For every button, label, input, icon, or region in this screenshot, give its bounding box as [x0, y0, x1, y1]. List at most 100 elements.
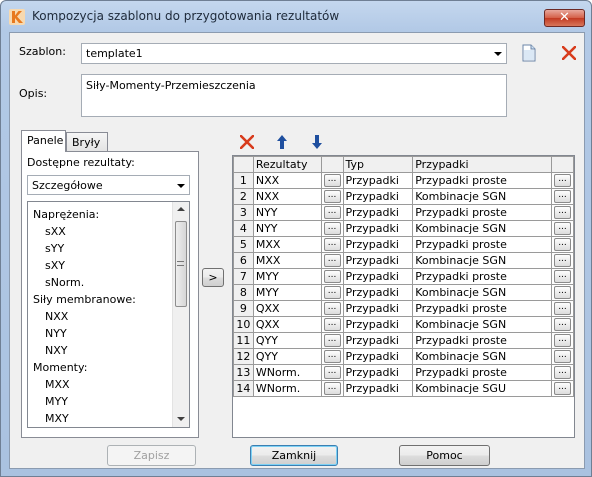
przypadki-cell[interactable]: Kombinacje SGN	[412, 348, 552, 365]
rezultaty-cell[interactable]: NXX	[252, 188, 322, 205]
ellipsis-cell[interactable]: ...	[550, 204, 574, 221]
przypadki-ellipsis-button[interactable]: ...	[553, 366, 571, 380]
ellipsis-cell[interactable]: ...	[550, 188, 574, 205]
tab-bryly[interactable]: Bryły	[66, 132, 108, 152]
delete-row-button[interactable]	[236, 131, 258, 153]
przypadki-cell[interactable]: Kombinacje SGN	[412, 316, 552, 333]
scroll-up-icon[interactable]	[177, 207, 185, 211]
ellipsis-cell[interactable]: ...	[550, 172, 574, 189]
rezultaty-cell[interactable]: QYY	[252, 332, 322, 349]
przypadki-cell[interactable]: Przypadki proste	[412, 204, 552, 221]
przypadki-ellipsis-button[interactable]: ...	[553, 190, 571, 204]
rezultaty-ellipsis-button[interactable]: ...	[323, 206, 341, 220]
col-header-przypadki[interactable]: Przypadki	[412, 156, 552, 173]
table-row[interactable]: 11 QYY... Przypadki Przypadki proste...	[233, 332, 574, 349]
rezultaty-ellipsis-button[interactable]: ...	[323, 334, 341, 348]
col-header-typ[interactable]: Typ	[342, 156, 414, 173]
przypadki-ellipsis-button[interactable]: ...	[553, 318, 571, 332]
typ-cell[interactable]: Przypadki	[342, 364, 414, 381]
typ-cell[interactable]: Przypadki	[342, 380, 414, 397]
table-row[interactable]: 12 QYY... Przypadki Kombinacje SGN...	[233, 348, 574, 365]
rezultaty-cell[interactable]: MYY	[252, 284, 322, 301]
result-list-item[interactable]: NXX	[45, 310, 68, 323]
ellipsis-cell[interactable]: ...	[320, 284, 344, 301]
table-row[interactable]: 13 WNorm.... Przypadki Przypadki proste...	[233, 364, 574, 381]
typ-cell[interactable]: Przypadki	[342, 252, 414, 269]
szablon-combo[interactable]: template1	[81, 43, 507, 64]
result-list-item[interactable]: sXY	[45, 259, 65, 272]
rezultaty-cell[interactable]: MXX	[252, 236, 322, 253]
ellipsis-cell[interactable]: ...	[550, 252, 574, 269]
rezultaty-cell[interactable]: WNorm.	[252, 364, 322, 381]
results-list-scrollbar[interactable]	[172, 202, 189, 427]
przypadki-ellipsis-button[interactable]: ...	[553, 238, 571, 252]
ellipsis-cell[interactable]: ...	[320, 252, 344, 269]
rezultaty-cell[interactable]: QXX	[252, 316, 322, 333]
results-grid[interactable]: Rezultaty Typ Przypadki 1 NXX... Przypadki…	[232, 155, 575, 438]
rezultaty-cell[interactable]: NXX	[252, 172, 322, 189]
przypadki-cell[interactable]: Przypadki proste	[412, 300, 552, 317]
typ-cell[interactable]: Przypadki	[342, 204, 414, 221]
ellipsis-cell[interactable]: ...	[320, 380, 344, 397]
opis-textarea[interactable]: Siły-Momenty-Przemieszczenia	[81, 74, 507, 117]
typ-cell[interactable]: Przypadki	[342, 300, 414, 317]
ellipsis-cell[interactable]: ...	[550, 268, 574, 285]
ellipsis-cell[interactable]: ...	[550, 284, 574, 301]
przypadki-ellipsis-button[interactable]: ...	[553, 302, 571, 316]
rezultaty-ellipsis-button[interactable]: ...	[323, 254, 341, 268]
przypadki-cell[interactable]: Przypadki proste	[412, 332, 552, 349]
rezultaty-ellipsis-button[interactable]: ...	[323, 238, 341, 252]
przypadki-ellipsis-button[interactable]: ...	[553, 222, 571, 236]
przypadki-cell[interactable]: Kombinacje SGU	[412, 380, 552, 397]
scroll-down-icon[interactable]	[177, 417, 185, 421]
move-up-button[interactable]	[271, 131, 293, 153]
ellipsis-cell[interactable]: ...	[550, 364, 574, 381]
result-list-item[interactable]: sYY	[45, 242, 64, 255]
ellipsis-cell[interactable]: ...	[320, 236, 344, 253]
typ-cell[interactable]: Przypadki	[342, 332, 414, 349]
przypadki-cell[interactable]: Kombinacje SGN	[412, 252, 552, 269]
przypadki-ellipsis-button[interactable]: ...	[553, 286, 571, 300]
table-row[interactable]: 8 MYY... Przypadki Kombinacje SGN...	[233, 284, 574, 301]
typ-cell[interactable]: Przypadki	[342, 220, 414, 237]
ellipsis-cell[interactable]: ...	[320, 316, 344, 333]
add-result-button[interactable]: >	[202, 268, 224, 287]
result-list-item[interactable]: sXX	[45, 225, 66, 238]
typ-cell[interactable]: Przypadki	[342, 268, 414, 285]
przypadki-ellipsis-button[interactable]: ...	[553, 206, 571, 220]
ellipsis-cell[interactable]: ...	[320, 204, 344, 221]
col-header-rezultaty[interactable]: Rezultaty	[252, 156, 322, 173]
window-close-button[interactable]: ✕	[544, 9, 585, 27]
przypadki-ellipsis-button[interactable]: ...	[553, 350, 571, 364]
table-row[interactable]: 3 NYY... Przypadki Przypadki proste...	[233, 204, 574, 221]
table-row[interactable]: 2 NXX... Przypadki Kombinacje SGN...	[233, 188, 574, 205]
typ-cell[interactable]: Przypadki	[342, 236, 414, 253]
rezultaty-cell[interactable]: MYY	[252, 268, 322, 285]
rezultaty-cell[interactable]: WNorm.	[252, 380, 322, 397]
rezultaty-ellipsis-button[interactable]: ...	[323, 366, 341, 380]
table-row[interactable]: 10 QXX... Przypadki Kombinacje SGN...	[233, 316, 574, 333]
ellipsis-cell[interactable]: ...	[320, 332, 344, 349]
przypadki-cell[interactable]: Przypadki proste	[412, 236, 552, 253]
rezultaty-ellipsis-button[interactable]: ...	[323, 270, 341, 284]
rezultaty-ellipsis-button[interactable]: ...	[323, 350, 341, 364]
ellipsis-cell[interactable]: ...	[550, 348, 574, 365]
przypadki-ellipsis-button[interactable]: ...	[553, 382, 571, 396]
rezultaty-ellipsis-button[interactable]: ...	[323, 382, 341, 396]
rezultaty-ellipsis-button[interactable]: ...	[323, 190, 341, 204]
ellipsis-cell[interactable]: ...	[320, 268, 344, 285]
tab-panele[interactable]: Panele	[21, 130, 66, 152]
ellipsis-cell[interactable]: ...	[550, 220, 574, 237]
rezultaty-cell[interactable]: NYY	[252, 220, 322, 237]
typ-cell[interactable]: Przypadki	[342, 316, 414, 333]
ellipsis-cell[interactable]: ...	[320, 300, 344, 317]
rezultaty-cell[interactable]: NYY	[252, 204, 322, 221]
result-list-item[interactable]: sNorm.	[45, 276, 84, 289]
available-results-list[interactable]: Naprężenia: sXX sYY sXY sNorm. Siły membranow…	[27, 201, 190, 428]
table-row[interactable]: 5 MXX... Przypadki Przypadki proste...	[233, 236, 574, 253]
move-down-button[interactable]	[306, 131, 328, 153]
table-row[interactable]: 1 NXX... Przypadki Przypadki proste...	[233, 172, 574, 189]
delete-template-button[interactable]	[558, 42, 580, 64]
table-row[interactable]: 6 MXX... Przypadki Kombinacje SGN...	[233, 252, 574, 269]
ellipsis-cell[interactable]: ...	[320, 188, 344, 205]
